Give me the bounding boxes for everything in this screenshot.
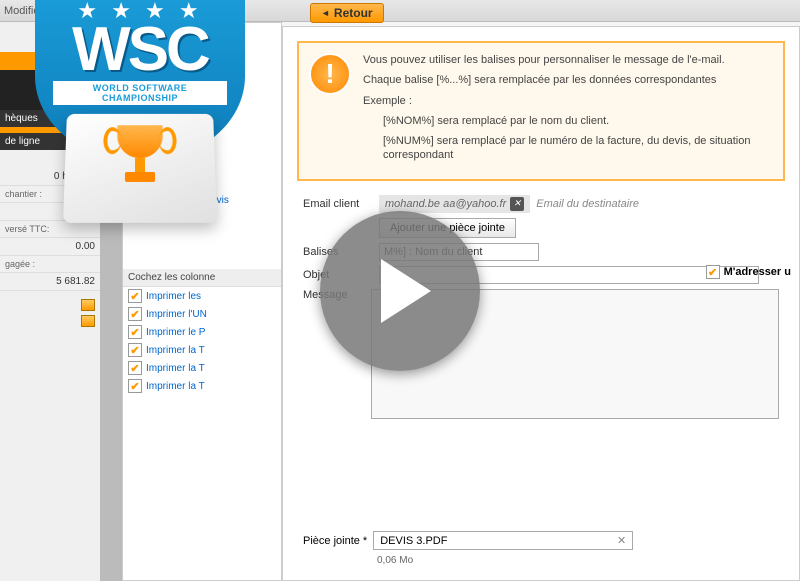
info-box: ! Vous pouvez utiliser les balises pour …: [297, 41, 785, 181]
checkbox-icon[interactable]: [128, 379, 142, 393]
columns-header: Cochez les colonne: [123, 269, 281, 287]
print-option[interactable]: Imprimer la T: [123, 359, 281, 377]
gagee-value: 5 681.82: [0, 273, 100, 291]
close-icon[interactable]: ✕: [510, 197, 524, 211]
print-option[interactable]: Imprimer l'UN: [123, 305, 281, 323]
warning-icon: !: [309, 53, 351, 95]
verse-label: versé TTC:: [0, 221, 100, 238]
print-option[interactable]: Imprimer les: [123, 287, 281, 305]
checkbox-icon[interactable]: [706, 265, 720, 279]
verse-value: 0.00: [0, 238, 100, 256]
wsc-badge: ★ ★ ★ ★ WSC WORLD SOFTWARE CHAMPIONSHIP: [10, 0, 270, 222]
play-button[interactable]: [320, 211, 480, 371]
pencil-icon[interactable]: [81, 299, 95, 311]
clear-icon[interactable]: ✕: [617, 534, 626, 547]
email-label: Email client: [303, 198, 373, 210]
attachment-label: Pièce jointe *: [303, 535, 367, 547]
badge-subtitle: WORLD SOFTWARE CHAMPIONSHIP: [53, 81, 227, 105]
badge-title: WSC: [35, 24, 245, 77]
back-button[interactable]: Retour: [310, 3, 384, 23]
print-option[interactable]: Imprimer la T: [123, 377, 281, 395]
attachment-field[interactable]: DEVIS 3.PDF ✕: [373, 531, 633, 550]
checkbox-icon[interactable]: [128, 361, 142, 375]
checkbox-icon[interactable]: [128, 343, 142, 357]
checkbox-icon[interactable]: [128, 307, 142, 321]
trophy-icon: [114, 125, 167, 192]
email-hint: Email du destinataire: [536, 198, 639, 210]
gagee-label: gagée :: [0, 256, 100, 273]
copy-me-checkbox[interactable]: M'adresser u: [706, 265, 791, 279]
checkbox-icon[interactable]: [128, 289, 142, 303]
print-option[interactable]: Imprimer le P: [123, 323, 281, 341]
attachment-size: 0,06 Mo: [377, 555, 413, 566]
checkbox-icon[interactable]: [128, 325, 142, 339]
trophy-box: [63, 114, 217, 223]
attachment-row: Pièce jointe * DEVIS 3.PDF ✕: [303, 531, 633, 550]
print-option[interactable]: Imprimer la T: [123, 341, 281, 359]
pencil-icon[interactable]: [81, 315, 95, 327]
